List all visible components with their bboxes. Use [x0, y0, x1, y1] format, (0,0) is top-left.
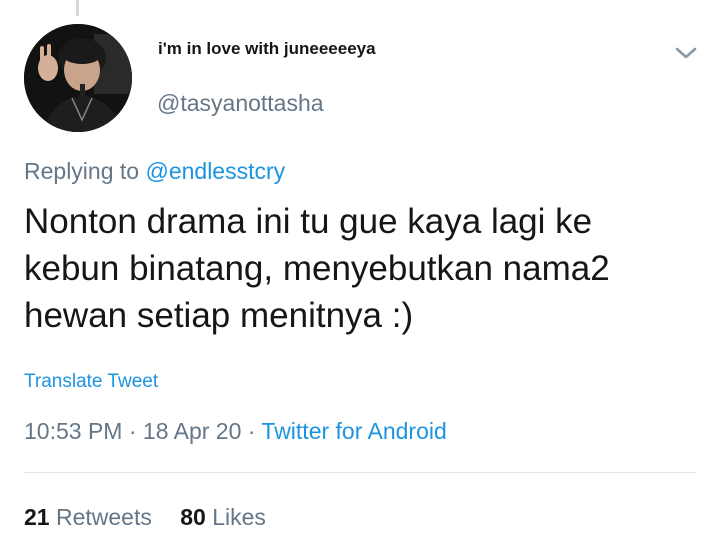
tweet-text-line: Nonton drama ini tu gue kaya lagi ke	[24, 202, 593, 241]
tweet-date: 18 Apr 20	[142, 418, 242, 444]
user-handle[interactable]: @tasyanottasha	[157, 90, 324, 117]
avatar-image	[24, 24, 132, 132]
replying-prefix: Replying to	[24, 158, 140, 184]
tweet-time: 10:53 PM	[24, 418, 123, 444]
meta-separator: ·	[247, 418, 256, 444]
tweet-text-line: hewan setiap menitnya :)	[24, 296, 414, 335]
avatar[interactable]	[24, 24, 132, 132]
divider	[24, 472, 696, 473]
display-name[interactable]: i'm in love with juneeeeeya	[158, 39, 376, 59]
likes-stat[interactable]: 80 Likes	[180, 504, 266, 531]
translate-tweet-link[interactable]: Translate Tweet	[24, 371, 158, 393]
likes-count: 80	[180, 504, 206, 530]
retweets-stat[interactable]: 21 Retweets	[24, 504, 152, 531]
meta-separator: ·	[128, 418, 137, 444]
tweet-text-line: kebun binatang, menyebutkan nama2	[24, 249, 610, 288]
engagement-stats: 21 Retweets 80 Likes	[24, 504, 266, 531]
tweet-metadata: 10:53 PM · 18 Apr 20 · Twitter for Andro…	[24, 418, 447, 445]
tweet-text: Nonton drama ini tu gue kaya lagi ke keb…	[24, 198, 696, 339]
likes-label: Likes	[212, 504, 266, 530]
retweets-label: Retweets	[55, 504, 152, 530]
thread-connector-line	[76, 0, 79, 16]
retweets-count: 21	[24, 504, 50, 530]
tweet-detail: i'm in love with juneeeeeya @tasyanottas…	[0, 0, 720, 559]
replying-mention-link[interactable]: @endlesstcry	[145, 158, 285, 184]
tweet-source-link[interactable]: Twitter for Android	[261, 418, 446, 444]
replying-to: Replying to @endlesstcry	[24, 158, 285, 185]
chevron-down-icon[interactable]	[673, 42, 699, 64]
